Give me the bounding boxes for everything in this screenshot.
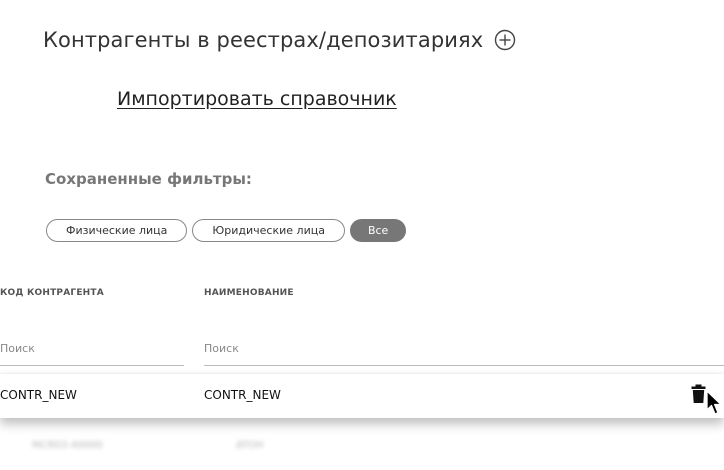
saved-filters-label: Сохраненные фильтры: — [45, 170, 252, 188]
search-input-code[interactable] — [0, 336, 184, 366]
column-header-code[interactable]: КОД КОНТРАГЕНТА — [0, 288, 104, 298]
cell-code: CONTR_NEW — [0, 388, 77, 402]
table-row[interactable]: CONTR_NEW CONTR_NEW — [0, 374, 724, 418]
filter-chip-legal-entities[interactable]: Юридические лица — [192, 219, 345, 242]
filter-chip-all[interactable]: Все — [349, 219, 407, 242]
filter-chip-individuals[interactable]: Физические лица — [46, 219, 188, 242]
plus-circle-icon[interactable] — [494, 29, 516, 51]
table-row-blurred: MCR03-40000 ATOH — [0, 430, 724, 460]
filter-chips: Физические лица Юридические лица Все — [46, 219, 411, 242]
search-input-name[interactable] — [204, 336, 724, 366]
trash-icon[interactable] — [691, 384, 706, 404]
cell-name-blurred: ATOH — [236, 440, 264, 451]
title-row: Контрагенты в реестрах/депозитариях — [43, 28, 516, 52]
cell-name: CONTR_NEW — [204, 388, 281, 402]
mouse-cursor-icon — [706, 390, 724, 416]
column-header-name[interactable]: НАИМЕНОВАНИЕ — [204, 288, 294, 298]
counterparties-panel: Контрагенты в реестрах/депозитариях Импо… — [0, 0, 724, 470]
cell-code-blurred: MCR03-40000 — [32, 440, 103, 451]
import-directory-link[interactable]: Импортировать справочник — [117, 88, 397, 110]
page-title: Контрагенты в реестрах/депозитариях — [43, 28, 484, 52]
